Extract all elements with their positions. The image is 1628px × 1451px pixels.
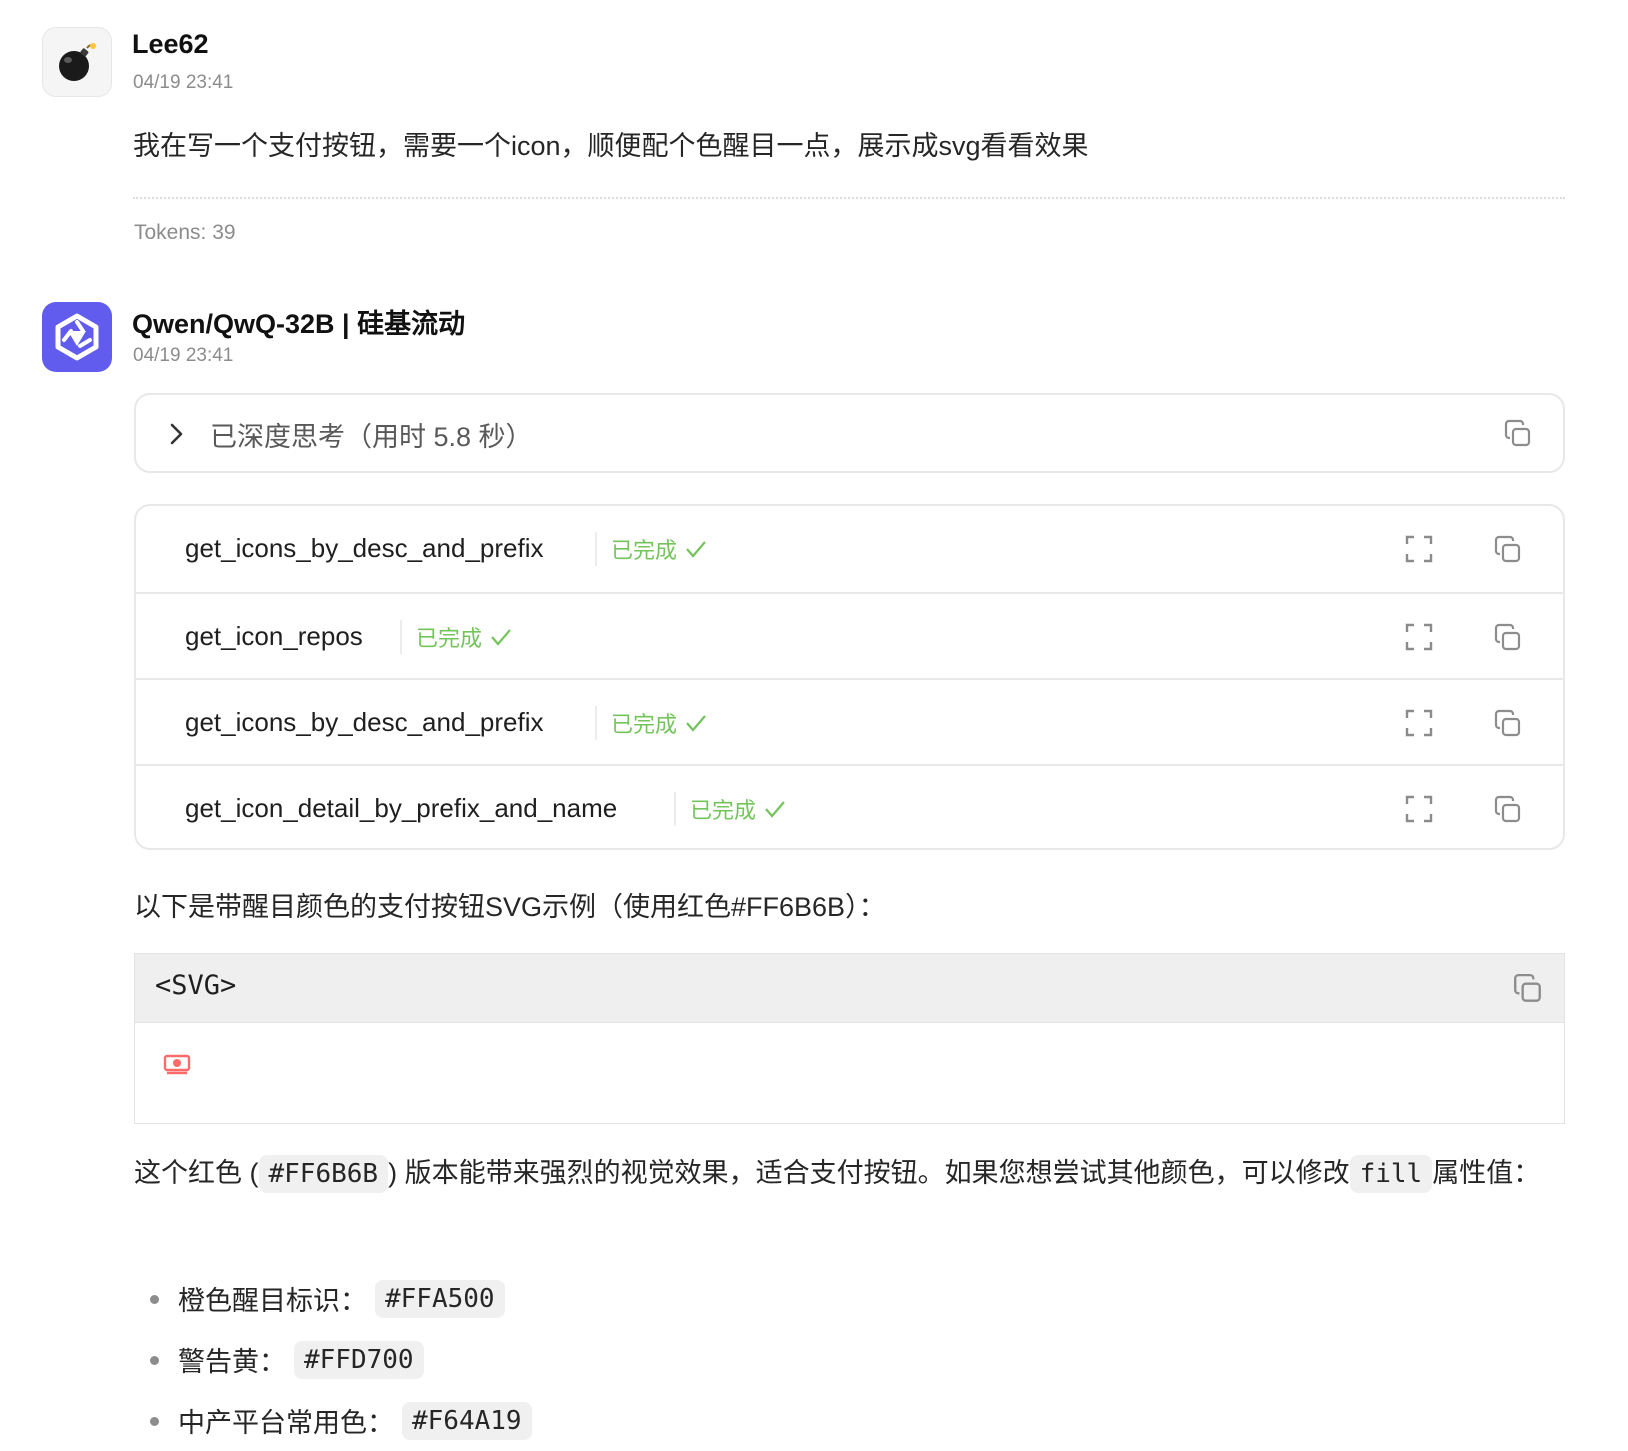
tool-status-label: 已完成 [611,712,678,737]
check-icon [765,801,785,818]
chevron-right-icon [170,423,183,445]
tool-call-row[interactable]: get_icons_by_desc_and_prefix 已完成 [136,678,1563,766]
list-item: 橙色醒目标识： #FFA500 [150,1268,532,1329]
color-options-list: 橙色醒目标识： #FFA500 警告黄： #FFD700 中产平台常用色： #F64A… [150,1268,532,1451]
tool-status-label: 已完成 [611,538,678,563]
user-name: Lee62 [132,29,209,59]
user-message-text: 我在写一个支付按钮，需要一个icon，顺便配个色醒目一点，展示成svg看看效果 [133,131,1089,161]
tool-status: 已完成 [611,533,707,565]
tool-status-label: 已完成 [690,798,757,823]
inline-code: #FFA500 [375,1279,505,1318]
token-count: Tokens: 39 [134,221,236,244]
code-language-label: <SVG> [155,970,237,1001]
copy-icon[interactable] [1512,973,1544,1005]
copy-icon[interactable] [1503,419,1533,449]
message-divider [133,197,1565,199]
check-icon [491,629,511,646]
tool-separator [595,706,597,740]
thinking-toggle[interactable]: 已深度思考（用时 5.8 秒） [134,393,1565,473]
svg-intro-text: 以下是带醒目颜色的支付按钮SVG示例（使用红色#FF6B6B）： [134,892,886,922]
tool-call-row[interactable]: get_icon_detail_by_prefix_and_name 已完成 [136,764,1563,848]
tool-name: get_icon_repos [185,621,363,651]
expand-icon[interactable] [1405,623,1433,651]
copy-icon[interactable] [1493,795,1523,825]
tool-status: 已完成 [690,793,786,825]
tool-separator [674,792,676,826]
expand-icon[interactable] [1405,795,1433,823]
tool-name: get_icons_by_desc_and_prefix [185,707,544,737]
inline-code: #FFD700 [294,1340,424,1379]
qwen-logo-icon [55,313,99,361]
list-item: 中产平台常用色： #F64A19 [150,1390,532,1451]
thinking-label: 已深度思考（用时 5.8 秒） [210,422,533,452]
inline-code: fill [1349,1155,1433,1193]
tool-status-label: 已完成 [416,626,483,651]
tool-separator [595,532,597,566]
tool-separator [400,620,402,654]
user-timestamp: 04/19 23:41 [133,72,234,93]
tool-call-row[interactable]: get_icons_by_desc_and_prefix 已完成 [136,506,1563,592]
copy-icon[interactable] [1493,623,1523,653]
list-item-label: 中产平台常用色： [178,1408,394,1438]
svg-code-block: <SVG> [134,953,1565,1124]
tool-calls-panel: get_icons_by_desc_and_prefix 已完成 get_ico… [134,504,1565,850]
color-explanation: 这个红色 (#FF6B6B) 版本能带来强烈的视觉效果，适合支付按钮。如果您想尝… [134,1150,1574,1198]
code-block-header: <SVG> [135,954,1564,1023]
tool-status: 已完成 [416,621,512,653]
tool-status: 已完成 [611,707,707,739]
inline-code: #F64A19 [402,1401,532,1440]
list-item: 警告黄： #FFD700 [150,1329,532,1390]
copy-icon[interactable] [1493,535,1523,565]
expand-icon[interactable] [1405,709,1433,737]
para-text: ) 版本能带来强烈的视觉效果，适合支付按钮。如果您想尝试其他颜色，可以修改 [388,1158,1350,1188]
user-avatar [42,27,112,97]
tool-call-row[interactable]: get_icon_repos 已完成 [136,592,1563,680]
assistant-timestamp: 04/19 23:41 [133,345,234,366]
tool-name: get_icon_detail_by_prefix_and_name [185,793,618,823]
copy-icon[interactable] [1493,709,1523,739]
assistant-avatar [42,302,112,372]
assistant-name: Qwen/QwQ-32B | 硅基流动 [132,309,466,339]
money-icon [163,1054,191,1075]
list-item-label: 橙色醒目标识： [178,1286,367,1316]
bomb-icon [59,43,96,81]
inline-code: #FF6B6B [258,1155,389,1193]
check-icon [686,715,706,732]
expand-icon[interactable] [1405,535,1433,563]
para-text: 这个红色 ( [134,1158,259,1188]
list-item-label: 警告黄： [178,1347,286,1377]
check-icon [686,541,706,558]
para-text: 属性值： [1432,1158,1541,1188]
tool-name: get_icons_by_desc_and_prefix [185,533,544,563]
